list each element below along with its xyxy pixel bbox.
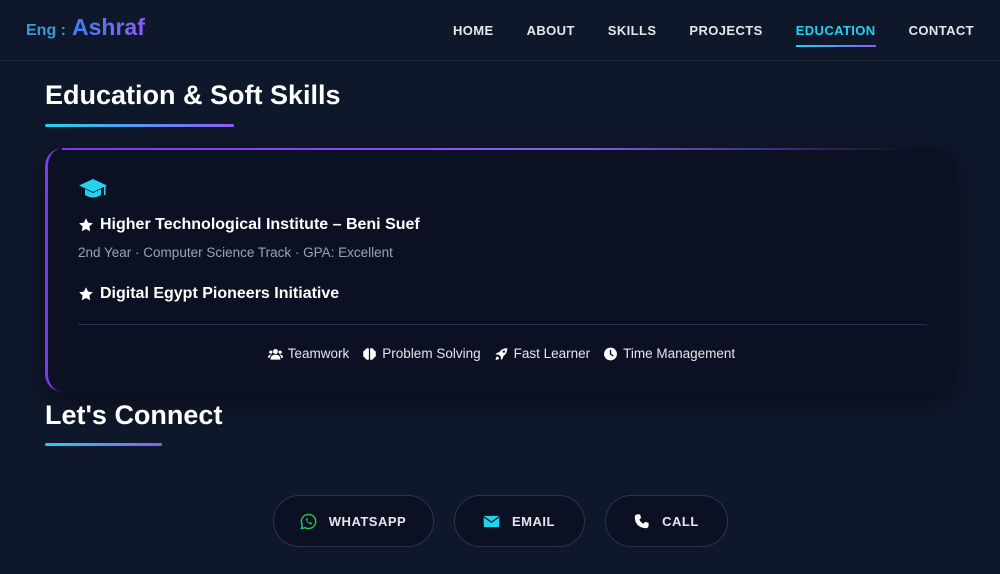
nav-link-skills[interactable]: SKILLS: [608, 23, 657, 38]
soft-skill-fast-learner: Fast Learner: [494, 346, 591, 361]
logo-prefix: Eng :: [26, 22, 66, 39]
soft-skill-label: Fast Learner: [513, 346, 591, 361]
connect-title: Let's Connect: [45, 400, 223, 430]
soft-skill-label: Time Management: [623, 346, 736, 361]
soft-skill-time-management: Time Management: [603, 346, 735, 361]
nav-links: HOME ABOUT SKILLS PROJECTS EDUCATION CON…: [453, 23, 974, 47]
phone-icon: [634, 513, 649, 528]
star-icon: [79, 287, 93, 301]
soft-skill-label: Problem Solving: [382, 346, 481, 361]
logo-name: Ashraf: [72, 14, 145, 40]
soft-skills-row: Teamwork Problem Solving Fast Learner Ti…: [48, 346, 955, 361]
logo[interactable]: Eng : Ashraf: [26, 14, 145, 41]
education-card: Higher Technological Institute – Beni Su…: [45, 148, 955, 392]
call-button[interactable]: CALL: [604, 495, 728, 547]
clock-icon: [604, 347, 618, 360]
nav-link-projects[interactable]: PROJECTS: [689, 23, 762, 38]
nav-link-contact[interactable]: CONTACT: [909, 23, 974, 38]
whatsapp-icon: [300, 513, 317, 530]
soft-skill-label: Teamwork: [287, 346, 350, 361]
navbar: Eng : Ashraf HOME ABOUT SKILLS PROJECTS …: [0, 0, 1000, 61]
education-item-institute: Higher Technological Institute – Beni Su…: [78, 216, 420, 234]
institute-name: Higher Technological Institute – Beni Su…: [100, 216, 420, 233]
brain-icon: [363, 347, 377, 360]
education-title: Education & Soft Skills: [45, 80, 341, 110]
graduation-cap-icon: [79, 179, 107, 198]
nav-link-education[interactable]: EDUCATION: [795, 23, 876, 47]
education-divider: [78, 324, 927, 325]
initiative-name: Digital Egypt Pioneers Initiative: [100, 285, 340, 302]
whatsapp-button[interactable]: WHATSAPP: [272, 495, 434, 547]
connect-buttons: WHATSAPP EMAIL CALL: [0, 495, 1000, 547]
connect-title-underline: [45, 443, 162, 446]
nav-link-home[interactable]: HOME: [453, 23, 494, 38]
call-label: CALL: [662, 513, 699, 529]
education-title-underline: [45, 124, 234, 127]
soft-skill-problem-solving: Problem Solving: [362, 346, 481, 361]
envelope-icon: [483, 515, 500, 527]
email-label: EMAIL: [512, 513, 555, 529]
nav-link-about[interactable]: ABOUT: [527, 23, 575, 38]
email-button[interactable]: EMAIL: [453, 495, 585, 547]
institute-detail: 2nd Year · Computer Science Track · GPA:…: [78, 245, 393, 260]
whatsapp-label: WHATSAPP: [328, 513, 407, 529]
soft-skill-teamwork: Teamwork: [267, 346, 350, 361]
users-icon: [267, 348, 283, 360]
education-item-depi: Digital Egypt Pioneers Initiative: [78, 285, 339, 303]
star-icon: [79, 218, 93, 232]
rocket-icon: [495, 347, 507, 360]
